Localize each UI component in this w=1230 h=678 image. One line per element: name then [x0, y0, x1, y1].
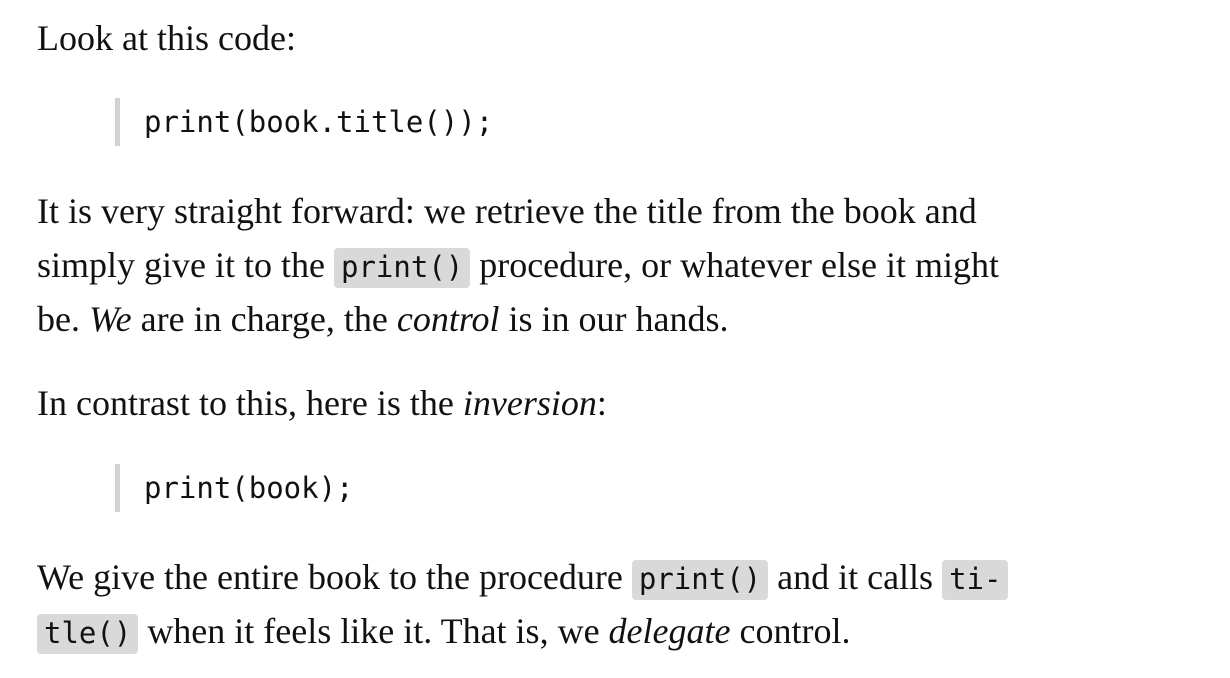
paragraph-2-text: In contrast to this, here is the — [37, 383, 463, 423]
emphasis-delegate: delegate — [608, 611, 731, 651]
code-block-book: print(book); — [115, 464, 354, 512]
code-block-title-text: print(book.title()); — [144, 105, 494, 139]
paragraph-1-text: is in our hands. — [499, 299, 729, 339]
paragraph-1-text: are in charge, the — [131, 299, 397, 339]
inline-code-title-part-1: ti- — [942, 560, 1009, 600]
paragraph-3-text: We give the entire book to the procedure — [37, 557, 632, 597]
paragraph-1-line-2: simply give it to the print() procedure,… — [37, 238, 999, 294]
emphasis-we: We — [88, 299, 132, 339]
paragraph-1-line-3: be. We are in charge, the control is in … — [37, 292, 729, 346]
paragraph-1-text: be. — [37, 299, 89, 339]
emphasis-inversion: inversion — [462, 383, 597, 423]
paragraph-2-text: : — [596, 383, 607, 423]
inline-code-title-part-2: tle() — [37, 614, 139, 654]
paragraph-2: In contrast to this, here is the inversi… — [37, 376, 607, 430]
intro-text: Look at this code: — [37, 18, 296, 58]
intro-paragraph: Look at this code: — [37, 11, 296, 65]
paragraph-1-text: procedure, or whatever else it might — [470, 245, 1000, 285]
code-block-title: print(book.title()); — [115, 98, 493, 146]
emphasis-control: control — [396, 299, 500, 339]
inline-code-print: print() — [631, 560, 769, 600]
paragraph-1-text: It is very straight forward: we retrieve… — [37, 191, 977, 231]
code-block-book-text: print(book); — [144, 471, 354, 505]
paragraph-1-text: simply give it to the — [37, 245, 334, 285]
inline-code-print: print() — [333, 248, 471, 288]
paragraph-3-text: and it calls — [768, 557, 943, 597]
paragraph-3-text: control. — [730, 611, 851, 651]
paragraph-3-line-1: We give the entire book to the procedure… — [37, 550, 1009, 606]
paragraph-3-text: when it feels like it. That is, we — [138, 611, 609, 651]
paragraph-3-line-2: tle() when it feels like it. That is, we… — [37, 604, 850, 660]
paragraph-1-line-1: It is very straight forward: we retrieve… — [37, 184, 977, 238]
